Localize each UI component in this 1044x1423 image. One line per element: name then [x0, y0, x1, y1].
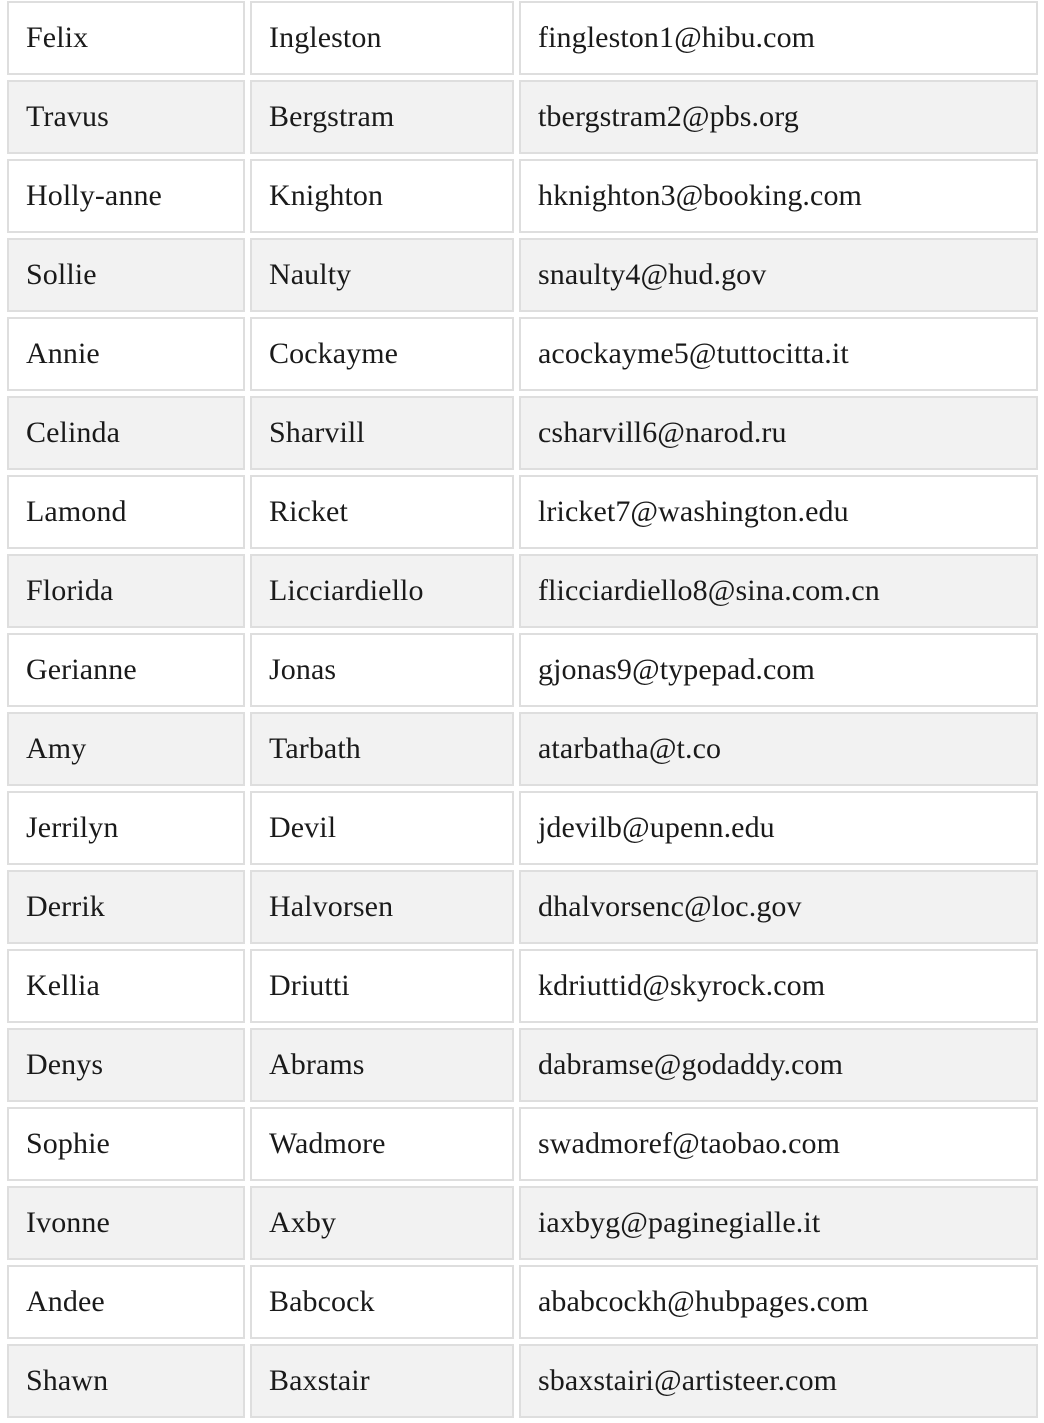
email-cell: jdevilb@upenn.edu	[519, 791, 1038, 865]
email-cell: iaxbyg@paginegialle.it	[519, 1186, 1038, 1260]
email-cell: snaulty4@hud.gov	[519, 238, 1038, 312]
last-name-cell: Licciardiello	[250, 554, 514, 628]
first-name-cell: Travus	[7, 80, 245, 154]
email-cell: kdriuttid@skyrock.com	[519, 949, 1038, 1023]
table-row: Amy Tarbath atarbatha@t.co	[7, 712, 1038, 786]
first-name-cell: Gerianne	[7, 633, 245, 707]
last-name-cell: Sharvill	[250, 396, 514, 470]
first-name-cell: Annie	[7, 317, 245, 391]
first-name-cell: Celinda	[7, 396, 245, 470]
table-row: Holly-anne Knighton hknighton3@booking.c…	[7, 159, 1038, 233]
table-row: Florida Licciardiello flicciardiello8@si…	[7, 554, 1038, 628]
last-name-cell: Ricket	[250, 475, 514, 549]
table-row: Gerianne Jonas gjonas9@typepad.com	[7, 633, 1038, 707]
last-name-cell: Naulty	[250, 238, 514, 312]
last-name-cell: Cockayme	[250, 317, 514, 391]
email-cell: sbaxstairi@artisteer.com	[519, 1344, 1038, 1418]
table-row: Andee Babcock ababcockh@hubpages.com	[7, 1265, 1038, 1339]
email-cell: atarbatha@t.co	[519, 712, 1038, 786]
email-cell: swadmoref@taobao.com	[519, 1107, 1038, 1181]
email-cell: gjonas9@typepad.com	[519, 633, 1038, 707]
first-name-cell: Amy	[7, 712, 245, 786]
first-name-cell: Denys	[7, 1028, 245, 1102]
last-name-cell: Ingleston	[250, 1, 514, 75]
email-cell: hknighton3@booking.com	[519, 159, 1038, 233]
first-name-cell: Sollie	[7, 238, 245, 312]
last-name-cell: Driutti	[250, 949, 514, 1023]
first-name-cell: Felix	[7, 1, 245, 75]
last-name-cell: Tarbath	[250, 712, 514, 786]
first-name-cell: Florida	[7, 554, 245, 628]
last-name-cell: Abrams	[250, 1028, 514, 1102]
table-row: Felix Ingleston fingleston1@hibu.com	[7, 1, 1038, 75]
last-name-cell: Halvorsen	[250, 870, 514, 944]
email-cell: tbergstram2@pbs.org	[519, 80, 1038, 154]
email-cell: dhalvorsenc@loc.gov	[519, 870, 1038, 944]
first-name-cell: Kellia	[7, 949, 245, 1023]
email-cell: csharvill6@narod.ru	[519, 396, 1038, 470]
first-name-cell: Sophie	[7, 1107, 245, 1181]
table-row: Annie Cockayme acockayme5@tuttocitta.it	[7, 317, 1038, 391]
first-name-cell: Ivonne	[7, 1186, 245, 1260]
last-name-cell: Bergstram	[250, 80, 514, 154]
first-name-cell: Holly-anne	[7, 159, 245, 233]
first-name-cell: Jerrilyn	[7, 791, 245, 865]
table-row: Kellia Driutti kdriuttid@skyrock.com	[7, 949, 1038, 1023]
table-row: Travus Bergstram tbergstram2@pbs.org	[7, 80, 1038, 154]
table-body: Felix Ingleston fingleston1@hibu.com Tra…	[7, 1, 1038, 1418]
first-name-cell: Lamond	[7, 475, 245, 549]
email-cell: fingleston1@hibu.com	[519, 1, 1038, 75]
table-row: Denys Abrams dabramse@godaddy.com	[7, 1028, 1038, 1102]
email-cell: dabramse@godaddy.com	[519, 1028, 1038, 1102]
table-row: Sollie Naulty snaulty4@hud.gov	[7, 238, 1038, 312]
last-name-cell: Baxstair	[250, 1344, 514, 1418]
first-name-cell: Derrik	[7, 870, 245, 944]
email-cell: flicciardiello8@sina.com.cn	[519, 554, 1038, 628]
data-table-container: Felix Ingleston fingleston1@hibu.com Tra…	[7, 1, 1038, 1418]
email-cell: lricket7@washington.edu	[519, 475, 1038, 549]
table-row: Lamond Ricket lricket7@washington.edu	[7, 475, 1038, 549]
last-name-cell: Babcock	[250, 1265, 514, 1339]
table-row: Ivonne Axby iaxbyg@paginegialle.it	[7, 1186, 1038, 1260]
last-name-cell: Devil	[250, 791, 514, 865]
first-name-cell: Andee	[7, 1265, 245, 1339]
table-row: Sophie Wadmore swadmoref@taobao.com	[7, 1107, 1038, 1181]
email-cell: acockayme5@tuttocitta.it	[519, 317, 1038, 391]
table-row: Celinda Sharvill csharvill6@narod.ru	[7, 396, 1038, 470]
table-row: Shawn Baxstair sbaxstairi@artisteer.com	[7, 1344, 1038, 1418]
last-name-cell: Wadmore	[250, 1107, 514, 1181]
last-name-cell: Jonas	[250, 633, 514, 707]
table-row: Jerrilyn Devil jdevilb@upenn.edu	[7, 791, 1038, 865]
last-name-cell: Knighton	[250, 159, 514, 233]
last-name-cell: Axby	[250, 1186, 514, 1260]
first-name-cell: Shawn	[7, 1344, 245, 1418]
table-row: Derrik Halvorsen dhalvorsenc@loc.gov	[7, 870, 1038, 944]
email-cell: ababcockh@hubpages.com	[519, 1265, 1038, 1339]
people-table: Felix Ingleston fingleston1@hibu.com Tra…	[2, 0, 1043, 1423]
